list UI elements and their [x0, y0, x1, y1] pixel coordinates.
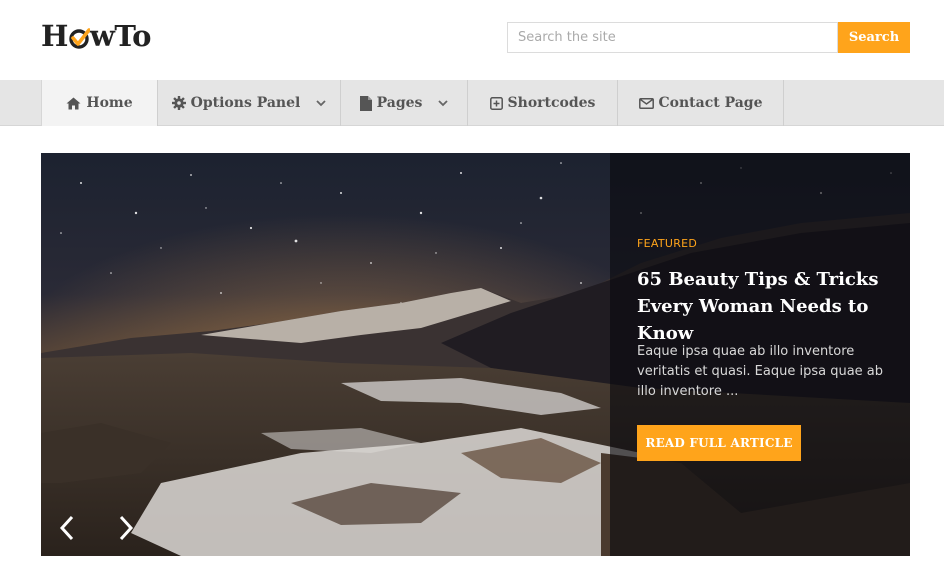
gear-icon — [171, 96, 186, 110]
site-header: H wTo Search — [0, 0, 944, 80]
nav-item-label: Shortcodes — [507, 95, 596, 111]
nav-item-options-panel[interactable]: Options Panel — [158, 80, 341, 126]
slide-title[interactable]: 65 Beauty Tips & Tricks Every Woman Need… — [637, 266, 902, 347]
slider-prev-button[interactable] — [55, 513, 79, 543]
file-icon — [359, 95, 372, 111]
slider-next-button[interactable] — [114, 513, 138, 543]
chevron-down-icon — [316, 99, 326, 107]
envelope-icon — [638, 97, 654, 109]
nav-item-label: Home — [86, 95, 133, 111]
read-full-article-button[interactable]: READ FULL ARTICLE — [637, 425, 801, 461]
nav-item-label: Options Panel — [190, 95, 301, 111]
slide-caption-panel: FEATURED 65 Beauty Tips & Tricks Every W… — [610, 153, 910, 556]
chevron-down-icon — [438, 99, 449, 107]
slide-excerpt: Eaque ipsa quae ab illo inventore verita… — [637, 344, 884, 399]
logo-text-start: H — [41, 19, 68, 53]
nav-item-home[interactable]: Home — [41, 80, 158, 126]
search-button[interactable]: Search — [838, 22, 910, 53]
logo-text-end: wTo — [89, 19, 152, 53]
nav-item-contact-page[interactable]: Contact Page — [618, 80, 784, 126]
site-logo[interactable]: H wTo — [41, 16, 151, 56]
plus-square-icon — [489, 96, 503, 110]
featured-tag: FEATURED — [637, 237, 698, 250]
featured-slider[interactable]: FEATURED 65 Beauty Tips & Tricks Every W… — [41, 153, 910, 556]
search-input[interactable] — [507, 22, 838, 53]
main-navigation: Home Options Panel Pages Shortcodes Cont… — [0, 80, 944, 126]
nav-item-shortcodes[interactable]: Shortcodes — [468, 80, 618, 126]
home-icon — [66, 97, 81, 110]
nav-item-label: Contact Page — [658, 95, 763, 111]
logo-check-icon — [68, 16, 90, 56]
chevron-left-icon — [59, 515, 74, 541]
nav-item-label: Pages — [376, 95, 423, 111]
nav-item-pages[interactable]: Pages — [341, 80, 468, 126]
chevron-right-icon — [119, 515, 134, 541]
